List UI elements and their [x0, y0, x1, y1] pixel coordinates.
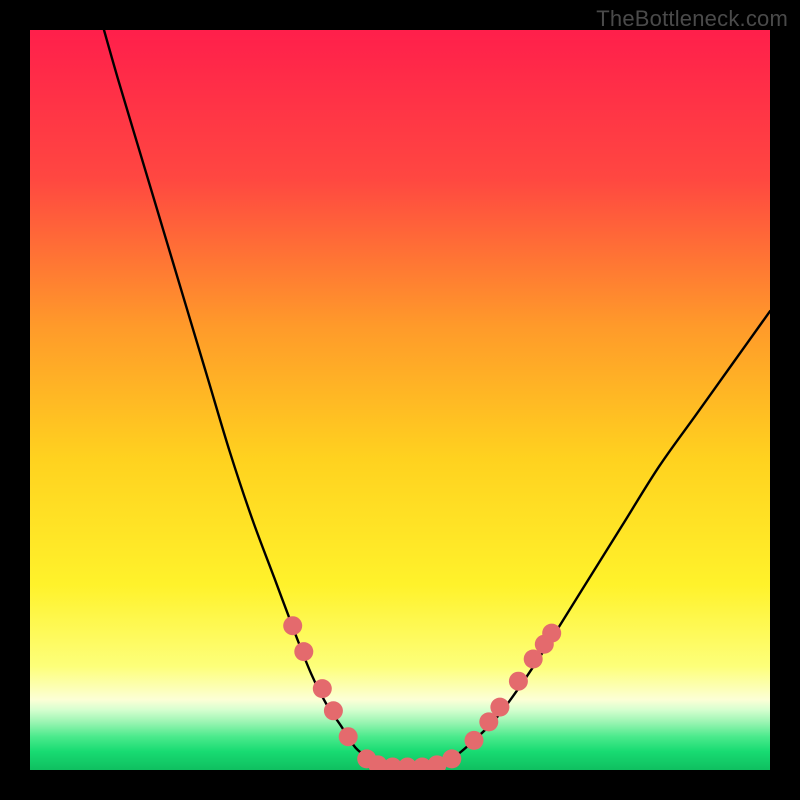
marker-dot	[465, 731, 484, 750]
marker-dot	[442, 749, 461, 768]
marker-dot	[490, 698, 509, 717]
marker-dot	[339, 727, 358, 746]
marker-dot	[313, 679, 332, 698]
bottleneck-chart	[30, 30, 770, 770]
marker-dot	[294, 642, 313, 661]
marker-dot	[283, 616, 302, 635]
marker-dot	[542, 624, 561, 643]
marker-dot	[509, 672, 528, 691]
marker-dot	[324, 701, 343, 720]
gradient-background	[30, 30, 770, 770]
chart-frame: TheBottleneck.com	[0, 0, 800, 800]
watermark-text: TheBottleneck.com	[596, 6, 788, 32]
